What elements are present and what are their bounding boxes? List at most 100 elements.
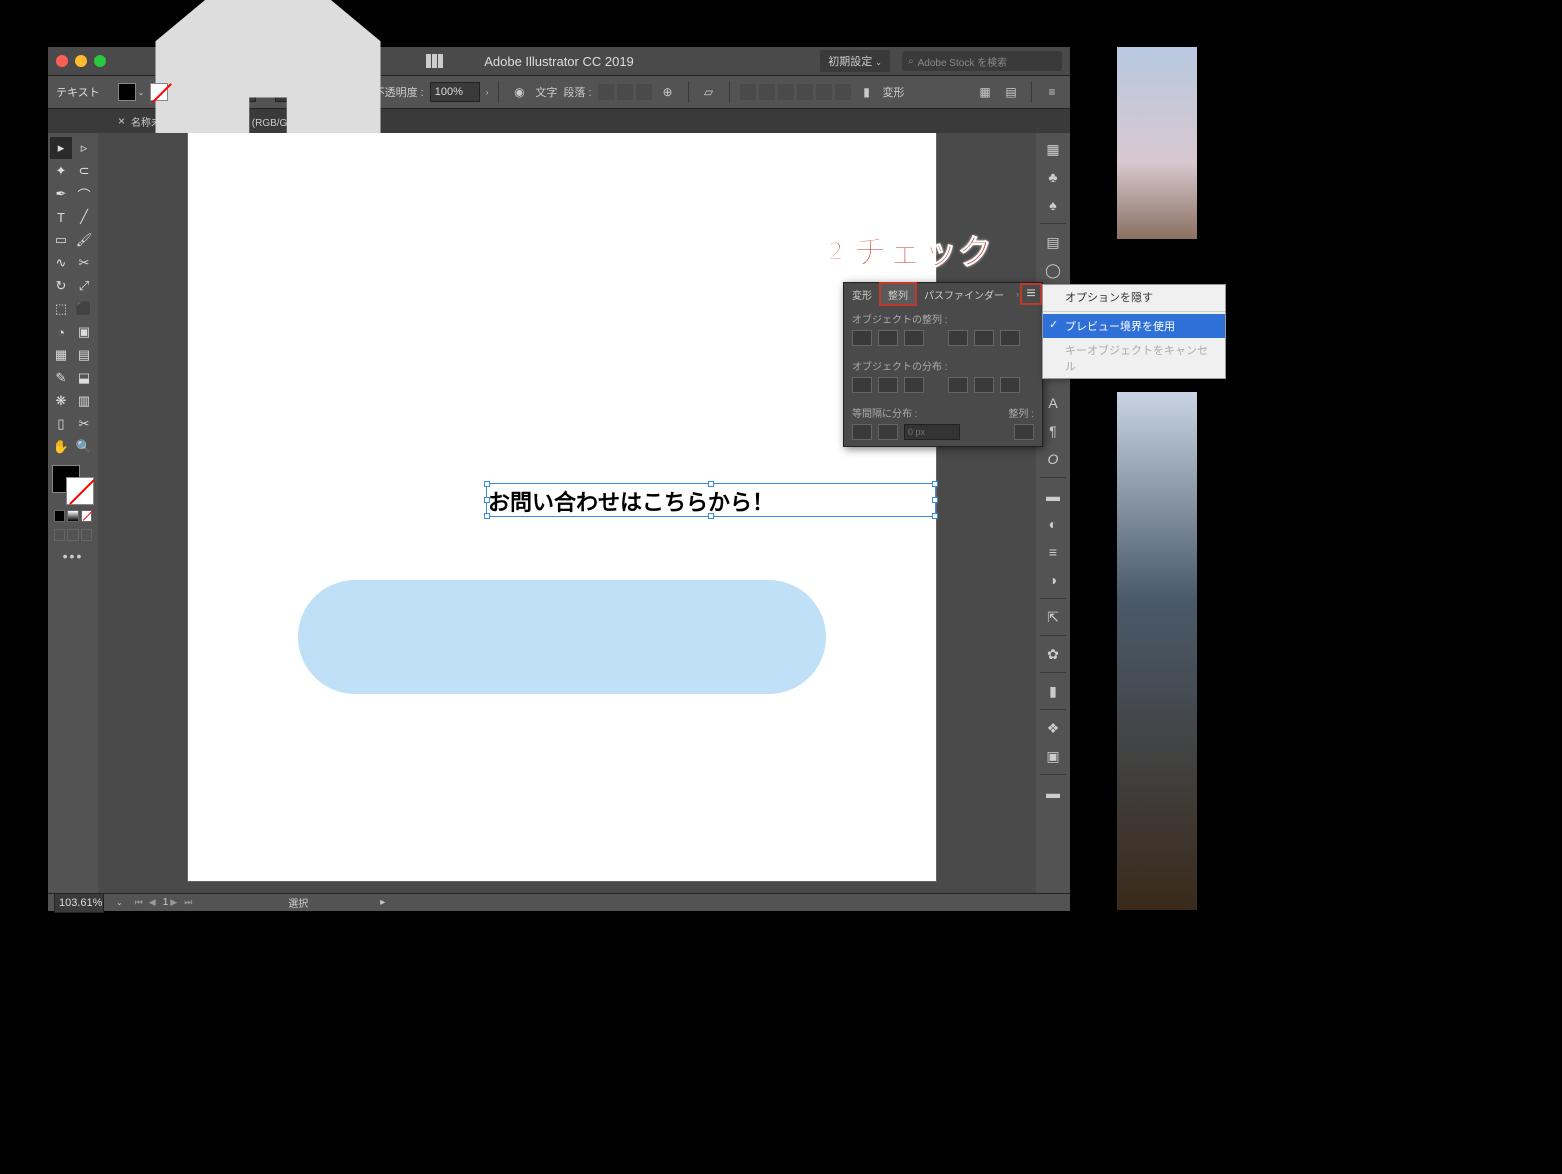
mesh-tool[interactable]: ▦	[50, 344, 72, 366]
arrange-docs-icon[interactable]	[426, 54, 444, 68]
align-right-edges-icon[interactable]	[778, 84, 794, 100]
symbols-panel-icon[interactable]: ✿	[1043, 644, 1063, 664]
eyedropper-tool[interactable]: ✎	[50, 367, 72, 389]
recolor-artwork-icon[interactable]: ◉	[509, 82, 529, 102]
align-to-icon[interactable]: ▮	[857, 82, 877, 102]
artboard-tool[interactable]: ▯	[50, 413, 72, 435]
blend-tool[interactable]: ⬓	[73, 367, 95, 389]
fill-stroke-control[interactable]	[50, 465, 96, 505]
export-panel-icon[interactable]: ⇱	[1043, 607, 1063, 627]
align-left-icon[interactable]	[852, 330, 872, 346]
align-right-icon[interactable]	[636, 84, 652, 100]
cc-libs-icon[interactable]: ◯	[1043, 260, 1063, 280]
zoom-level-input[interactable]: 103.61%	[54, 893, 104, 913]
draw-behind-icon[interactable]	[67, 529, 78, 541]
align-vcenter-icon[interactable]	[974, 330, 994, 346]
first-page-icon[interactable]: ⏮	[135, 897, 147, 908]
pathfinder-tab[interactable]: パスファインダー	[916, 283, 1012, 305]
dist-right-icon[interactable]	[1000, 377, 1020, 393]
zoom-tool[interactable]: 🔍	[73, 436, 95, 458]
dist-vcenter-icon[interactable]	[878, 377, 898, 393]
page-number[interactable]: 1	[163, 897, 169, 908]
width-tool[interactable]: ⬚	[50, 298, 72, 320]
dist-vspace-icon[interactable]	[852, 424, 872, 440]
prefs-icon[interactable]: ▤	[1001, 82, 1021, 102]
scale-tool[interactable]: ⤢	[73, 275, 95, 297]
make-envelope-icon[interactable]: ▱	[699, 82, 719, 102]
color-mode-icon[interactable]	[54, 510, 65, 522]
type-tool[interactable]: T	[50, 206, 72, 228]
transparency-panel-icon[interactable]: ◐	[1043, 514, 1063, 534]
dist-top-icon[interactable]	[852, 377, 872, 393]
stroke-color[interactable]	[66, 477, 94, 505]
align-bottom-icon[interactable]	[1000, 330, 1020, 346]
direct-selection-tool[interactable]: ▹	[73, 137, 95, 159]
align-hcenter-icon[interactable]	[878, 330, 898, 346]
libraries-panel-icon[interactable]: ♣	[1043, 167, 1063, 187]
align-left-icon[interactable]	[598, 84, 614, 100]
swatches-panel-icon[interactable]: ▤	[1043, 232, 1063, 252]
asset-export-icon[interactable]: ▣	[1043, 746, 1063, 766]
paragraph-panel-icon[interactable]: ¶	[1043, 421, 1063, 441]
shaper-tool[interactable]: ∿	[50, 252, 72, 274]
character-panel-icon[interactable]: A	[1043, 393, 1063, 413]
slice-tool[interactable]: ✂	[73, 413, 95, 435]
paragraph-label[interactable]: 段落 :	[563, 84, 591, 100]
layers-panel-icon[interactable]: ❖	[1043, 718, 1063, 738]
dist-bottom-icon[interactable]	[904, 377, 924, 393]
shape-builder-tool[interactable]: ◔	[50, 321, 72, 343]
align-bottom-edges-icon[interactable]	[835, 84, 851, 100]
panel-flyout-menu-button[interactable]: ≡	[1022, 285, 1040, 303]
dist-hcenter-icon[interactable]	[974, 377, 994, 393]
minimize-window[interactable]	[75, 55, 87, 67]
gradient-mode-icon[interactable]	[67, 510, 78, 522]
isolate-icon[interactable]: ▦	[975, 82, 995, 102]
draw-normal-icon[interactable]	[54, 529, 65, 541]
align-hcenter-icon[interactable]	[759, 84, 775, 100]
opacity-input[interactable]: 100%	[430, 82, 480, 102]
gradient-panel-icon[interactable]: ▬	[1043, 486, 1063, 506]
maximize-window[interactable]	[94, 55, 106, 67]
workspace-dropdown[interactable]: 初期設定 ⌄	[820, 50, 890, 72]
last-page-icon[interactable]: ⏭	[184, 897, 196, 908]
align-to-selection-icon[interactable]	[1014, 424, 1034, 440]
draw-inside-icon[interactable]	[81, 529, 92, 541]
dist-hspace-icon[interactable]	[878, 424, 898, 440]
free-transform-tool[interactable]: ⬛	[73, 298, 95, 320]
symbol-sprayer-tool[interactable]: ❋	[50, 390, 72, 412]
align-top-icon[interactable]	[948, 330, 968, 346]
gradient-tool[interactable]: ▤	[73, 344, 95, 366]
align-top-edges-icon[interactable]	[797, 84, 813, 100]
align-tab[interactable]: 整列	[880, 283, 916, 305]
stroke-panel-icon[interactable]: ≡	[1043, 542, 1063, 562]
properties-panel-icon[interactable]: ▦	[1043, 139, 1063, 159]
dist-left-icon[interactable]	[948, 377, 968, 393]
curvature-tool[interactable]: ⌒	[73, 183, 95, 205]
text-options-icon[interactable]: ⊕	[658, 82, 678, 102]
rounded-rectangle-object[interactable]	[298, 580, 826, 694]
brushes-panel-icon[interactable]: ▮	[1043, 681, 1063, 701]
rotate-tool[interactable]: ↻	[50, 275, 72, 297]
line-tool[interactable]: ╱	[73, 206, 95, 228]
distribute-spacing-input[interactable]: 0 px	[904, 424, 960, 440]
opentype-panel-icon[interactable]: O	[1043, 449, 1063, 469]
edit-toolbar-icon[interactable]: •••	[50, 548, 96, 564]
prev-page-icon[interactable]: ◀	[149, 897, 161, 908]
align-left-edges-icon[interactable]	[740, 84, 756, 100]
selection-tool[interactable]: ▸	[50, 137, 72, 159]
color-panel-icon[interactable]: ♠	[1043, 195, 1063, 215]
artboards-panel-icon[interactable]: ▬	[1043, 783, 1063, 803]
close-window[interactable]	[56, 55, 68, 67]
panel-menu-icon[interactable]: ≡	[1042, 82, 1062, 102]
use-preview-bounds-item[interactable]: ✓ プレビュー境界を使用	[1043, 314, 1225, 338]
align-vcenter-icon[interactable]	[816, 84, 832, 100]
align-right-icon[interactable]	[904, 330, 924, 346]
pen-tool[interactable]: ✒	[50, 183, 72, 205]
graph-tool[interactable]: ▥	[73, 390, 95, 412]
status-disclosure-icon[interactable]: ▸	[380, 897, 385, 908]
next-page-icon[interactable]: ▶	[170, 897, 182, 908]
none-mode-icon[interactable]	[81, 510, 92, 522]
stock-search-input[interactable]: ⌕Adobe Stock を検索	[902, 51, 1062, 71]
magic-wand-tool[interactable]: ✦	[50, 160, 72, 182]
opacity-arrow-icon[interactable]: ›	[486, 88, 489, 97]
